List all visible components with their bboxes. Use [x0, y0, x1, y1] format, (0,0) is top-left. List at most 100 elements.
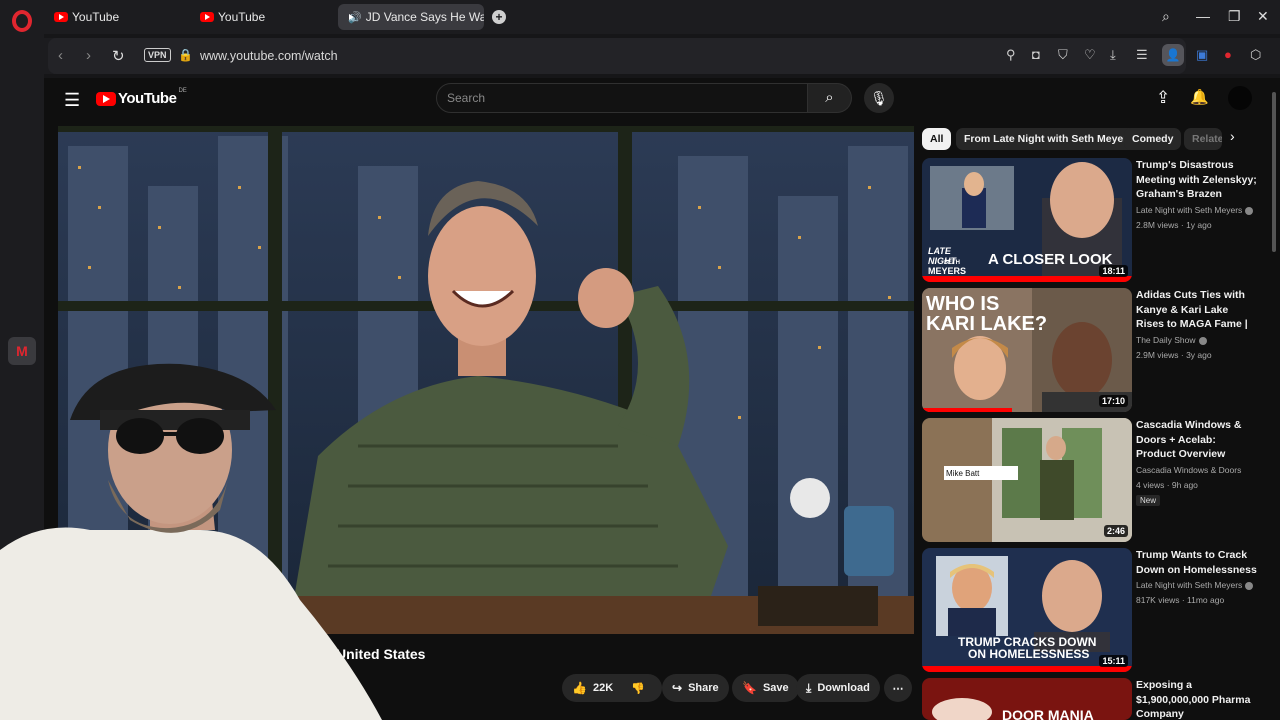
rec-title[interactable]: Exposing a $1,900,000,000 Pharma Company: [1136, 678, 1258, 720]
view-count: 4: [1136, 479, 1141, 490]
new-badge: New: [1136, 494, 1161, 506]
avatar[interactable]: [1228, 86, 1252, 110]
duration-badge: 17:10: [1098, 395, 1128, 407]
bell-icon[interactable]: 🔔: [1190, 88, 1209, 106]
opera-menu-icon[interactable]: [12, 10, 32, 32]
profile-icon[interactable]: 👤: [1162, 44, 1184, 66]
rec-channel[interactable]: Cascadia Windows & Doors: [1136, 465, 1241, 475]
recommendation-item[interactable]: LATE NIGHT SETH MEYERS A CLOSER LOOK 18:…: [922, 158, 1257, 282]
recommendation-item[interactable]: DOOR MANIA Exposing a $1,900,000,000 Pha…: [922, 678, 1252, 720]
view-count: 817K: [1136, 595, 1156, 605]
video-thumbnail[interactable]: WHO IS KARI LAKE? 17:10: [922, 288, 1132, 412]
youtube-logo[interactable]: YouTube DE: [96, 87, 187, 107]
recommendation-item[interactable]: Mike Batt 2:46 Cascadia Windows & Doors …: [922, 418, 1252, 542]
camera-icon[interactable]: ◘: [1032, 47, 1040, 62]
menu-icon[interactable]: ☰: [64, 90, 80, 111]
search-icon: ⌕: [825, 89, 834, 106]
address-bar: ‹ › ↻ VPN 🔒 www.youtube.com/watch ⚲ ◘ ⛉ …: [44, 38, 1280, 74]
scrollbar[interactable]: [1272, 92, 1276, 252]
easy-setup-icon[interactable]: ☰: [1136, 47, 1148, 63]
rec-title[interactable]: Cascadia Windows & Doors + Acelab: Produ…: [1136, 418, 1258, 462]
video-thumbnail[interactable]: LATE NIGHT SETH MEYERS A CLOSER LOOK 18:…: [922, 158, 1132, 282]
tab-active-video[interactable]: 🔊 JD Vance Says He Wan: [338, 4, 484, 30]
like-dislike-group[interactable]: 👍 22K 👎: [562, 674, 662, 702]
rec-title[interactable]: Trump Wants to Crack Down on Homelessnes…: [1136, 548, 1258, 577]
search-tabs-icon[interactable]: ⌕: [1162, 8, 1170, 25]
thumb-caption: ON HOMELESSNESS: [968, 647, 1089, 661]
region-code: DE: [178, 87, 187, 94]
back-icon[interactable]: ‹: [58, 47, 63, 64]
close-window-icon[interactable]: ✕: [1257, 8, 1269, 25]
video-thumbnail[interactable]: DOOR MANIA: [922, 678, 1132, 720]
heart-icon[interactable]: ♡: [1084, 47, 1096, 63]
search-button[interactable]: ⌕: [808, 83, 852, 113]
more-actions-button[interactable]: ⋯: [884, 674, 912, 702]
like-count: 22K: [592, 682, 614, 694]
youtube-favicon-icon: [54, 12, 68, 22]
chip-late-night[interactable]: From Late Night with Seth Meyers: [956, 128, 1142, 150]
thumb-caption: WHO IS: [926, 293, 999, 315]
streamer-facecam: [0, 360, 382, 720]
chip-related[interactable]: Relate: [1184, 128, 1222, 150]
extension-icon[interactable]: ●: [1224, 47, 1232, 62]
rec-channel[interactable]: Late Night with Seth Meyers: [1136, 205, 1242, 215]
recommendation-item[interactable]: WHO IS KARI LAKE? 17:10 Adidas Cuts Ties…: [922, 288, 1252, 412]
search-input[interactable]: [437, 84, 807, 112]
thumb-logo: MEYERS: [928, 266, 966, 276]
share-label: Share: [688, 682, 719, 694]
maximize-icon[interactable]: ❐: [1228, 8, 1241, 25]
video-thumbnail[interactable]: Mike Batt 2:46: [922, 418, 1132, 542]
lens-icon[interactable]: ⚲: [1006, 47, 1016, 63]
tab-label: YouTube: [218, 10, 266, 24]
thumbs-up-icon[interactable]: 👍: [572, 681, 587, 695]
rec-title[interactable]: Trump's Disastrous Meeting with Zelensky…: [1136, 158, 1258, 202]
video-thumbnail[interactable]: TRUMP CRACKS DOWN ON HOMELESSNESS 15:11: [922, 548, 1132, 672]
duration-badge: 15:11: [1099, 655, 1128, 667]
duration-badge: 18:11: [1099, 265, 1128, 277]
upload-age: 11mo ago: [1187, 595, 1225, 605]
reload-icon[interactable]: ↻: [112, 47, 125, 65]
thumb-caption: A CLOSER LOOK: [988, 251, 1113, 268]
thumbs-down-icon[interactable]: 👎: [631, 682, 645, 695]
tab-youtube-2[interactable]: YouTube: [194, 4, 265, 30]
facecam-image: [0, 363, 382, 720]
bookmark-icon: 🔖: [742, 681, 757, 695]
rec-channel[interactable]: The Daily Show: [1136, 335, 1196, 345]
rec-channel[interactable]: Late Night with Seth Meyers: [1136, 580, 1242, 590]
thumb-caption: KARI LAKE?: [926, 313, 1047, 335]
download-button[interactable]: ⤓ Download: [796, 674, 880, 702]
share-button[interactable]: ↪ Share: [662, 674, 729, 702]
more-icon: ⋯: [892, 682, 904, 695]
download-label: Download: [817, 682, 870, 694]
tab-bar: YouTube YouTube 🔊 JD Vance Says He Wan +…: [44, 0, 1280, 34]
chip-comedy[interactable]: Comedy: [1124, 128, 1182, 150]
new-tab-button[interactable]: +: [492, 10, 506, 24]
chevron-right-icon[interactable]: ›: [1230, 128, 1235, 144]
download-icon: ⤓: [806, 680, 812, 695]
translate-extension-icon[interactable]: ▣: [1196, 47, 1208, 63]
upload-icon[interactable]: ⇪: [1156, 88, 1170, 108]
logo-wordmark: YouTube: [118, 90, 177, 107]
tab-youtube-1[interactable]: YouTube: [48, 4, 119, 30]
url-text[interactable]: www.youtube.com/watch: [200, 49, 338, 63]
lock-icon[interactable]: 🔒: [178, 48, 193, 62]
verified-icon: [1245, 581, 1254, 590]
minimize-icon[interactable]: —: [1196, 8, 1210, 24]
forward-icon[interactable]: ›: [86, 47, 91, 64]
thumb-caption: DOOR MANIA: [1002, 707, 1094, 720]
verified-icon: [1245, 206, 1254, 215]
tab-label: JD Vance Says He Wan: [365, 10, 484, 24]
youtube-favicon-icon: [200, 12, 214, 22]
search-box: [436, 83, 808, 113]
extensions-cube-icon[interactable]: ⬡: [1250, 47, 1261, 63]
verified-icon: [1198, 336, 1207, 345]
recommendation-item[interactable]: TRUMP CRACKS DOWN ON HOMELESSNESS 15:11 …: [922, 548, 1257, 672]
vpn-badge[interactable]: VPN: [144, 48, 171, 62]
shield-icon[interactable]: ⛉: [1058, 47, 1068, 63]
save-button[interactable]: 🔖 Save: [732, 674, 799, 702]
chip-all[interactable]: All: [922, 128, 952, 150]
url-box: ‹ › ↻ VPN 🔒 www.youtube.com/watch ⚲ ◘ ⛉ …: [48, 38, 1186, 74]
download-icon[interactable]: ⤓: [1110, 47, 1116, 63]
rec-title[interactable]: Adidas Cuts Ties with Kanye & Kari Lake …: [1136, 288, 1258, 332]
voice-search-button[interactable]: 🎙: [864, 83, 894, 113]
